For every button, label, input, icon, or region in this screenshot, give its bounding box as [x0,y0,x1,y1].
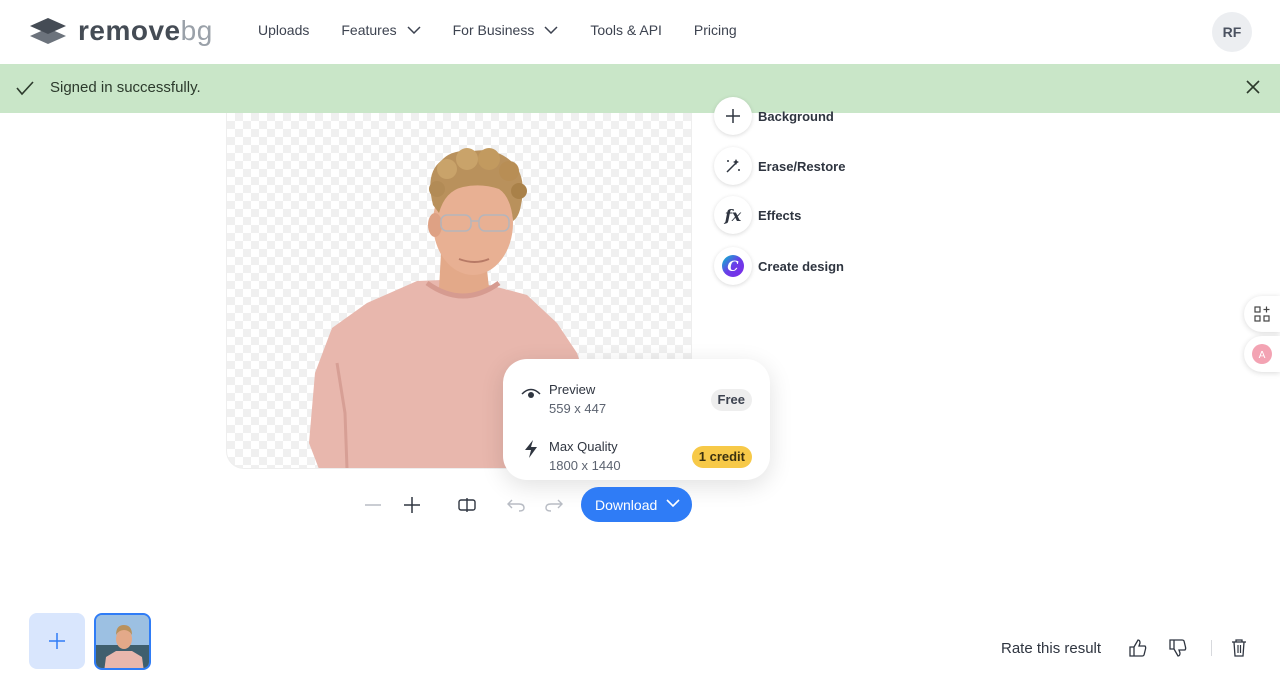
plus-icon [404,497,420,513]
toast-message: Signed in successfully. [50,79,201,96]
translate-icon[interactable]: A [1244,336,1280,372]
delete-button[interactable] [1229,638,1249,658]
logo-layers-icon [28,14,68,48]
nav-pricing[interactable]: Pricing [694,22,737,38]
download-label: Download [595,496,658,513]
top-header: removebg Uploads Features For Business T… [0,0,1280,64]
chevron-down-icon [544,26,558,34]
redo-button[interactable] [543,495,565,515]
plus-icon [49,633,65,649]
thumbs-down-icon [1169,639,1187,657]
preview-title: Preview [549,382,596,397]
nav-pricing-label: Pricing [693,22,737,38]
thumbnail-photo [96,615,149,668]
zoom-out-button[interactable] [363,495,383,515]
tool-erase-restore[interactable]: Erase/Restore [714,147,845,185]
compare-icon [458,498,476,512]
minus-icon [365,504,381,506]
thumbs-down-button[interactable] [1168,638,1188,658]
nav-for-business[interactable]: For Business [453,22,559,38]
tool-erase-restore-label: Erase/Restore [758,158,846,174]
credit-badge: 1 credit [691,446,752,468]
magic-wand-icon [714,147,752,185]
undo-icon [507,499,525,512]
user-avatar[interactable]: RF [1212,12,1252,52]
svg-text:C: C [727,259,738,275]
tool-create-design-label: Create design [758,258,844,274]
nav-uploads-label: Uploads [258,22,310,38]
main-nav: Uploads Features For Business Tools & AP… [258,22,769,38]
nav-for-business-label: For Business [452,22,535,38]
tool-effects[interactable]: fx Effects [714,196,801,234]
tool-background[interactable]: Background [714,97,834,135]
eye-icon [521,388,541,398]
removebg-logo[interactable]: removebg [28,14,213,48]
download-option-preview[interactable]: Preview 559 x 447 Free [503,375,770,425]
undo-button[interactable] [505,495,527,515]
chevron-down-icon [407,26,421,34]
download-button[interactable]: Download [581,487,692,522]
logo-text-suffix: bg [180,15,213,46]
success-toast: Signed in successfully. [0,64,1280,113]
redo-icon [545,499,563,512]
thumbs-up-button[interactable] [1128,638,1148,658]
close-icon[interactable] [1246,80,1260,94]
plus-icon [714,97,752,135]
nav-features[interactable]: Features [341,22,421,38]
preview-size: 559 x 447 [549,401,607,416]
max-quality-size: 1800 x 1440 [549,458,621,473]
thumbs-up-icon [1129,639,1147,657]
free-badge: Free [710,389,752,411]
logo-wordmark: removebg [78,15,213,47]
tool-effects-label: Effects [758,207,802,223]
svg-text:A: A [1259,350,1266,361]
checkmark-icon [16,81,34,96]
download-option-max-quality[interactable]: Max Quality 1800 x 1440 1 credit [503,432,770,482]
rate-result-label: Rate this result [1001,640,1102,657]
tool-background-label: Background [758,108,834,124]
trash-icon [1232,639,1246,657]
image-thumbnail[interactable] [94,613,151,670]
max-quality-title: Max Quality [549,439,618,454]
compare-button[interactable] [456,495,478,515]
zoom-in-button[interactable] [402,495,422,515]
download-options-popover: Preview 559 x 447 Free Max Quality 1800 … [503,359,770,480]
chevron-down-icon [666,499,680,507]
add-image-button[interactable] [29,613,85,669]
canva-icon: C [714,247,752,285]
nav-features-label: Features [341,22,397,38]
logo-text-main: remove [78,15,181,46]
nav-tools-api-label: Tools & API [590,22,662,38]
tool-create-design[interactable]: C Create design [714,247,844,285]
divider [1211,640,1212,656]
lightning-icon [525,440,537,458]
apps-add-icon[interactable] [1244,296,1280,332]
nav-tools-api[interactable]: Tools & API [590,22,662,38]
fx-icon: fx [714,196,752,234]
nav-uploads[interactable]: Uploads [258,22,309,38]
